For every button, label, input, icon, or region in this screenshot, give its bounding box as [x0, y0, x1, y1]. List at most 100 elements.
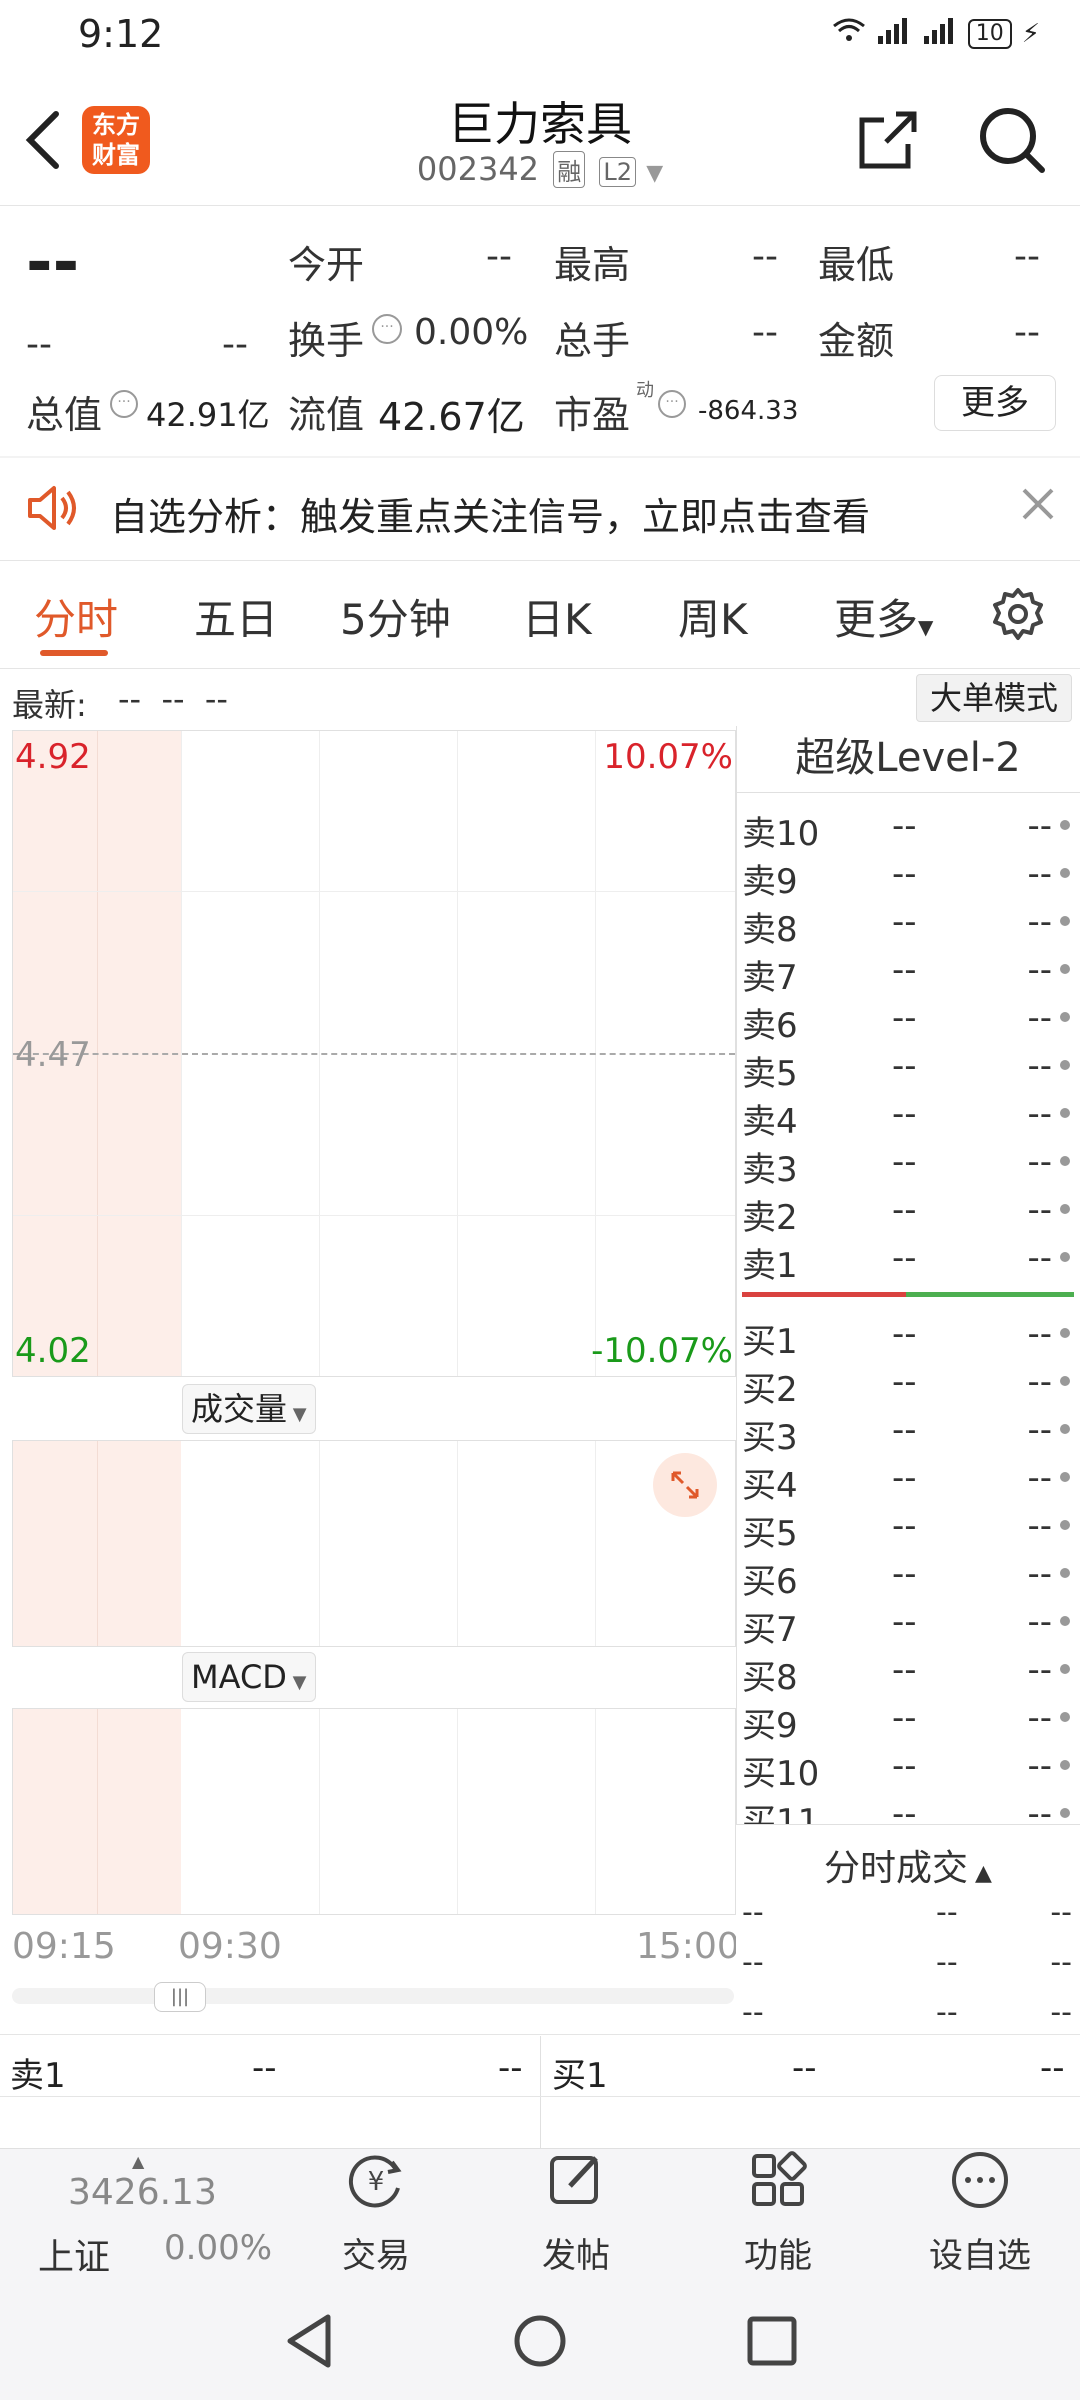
- nav-add-watchlist[interactable]: 设自选: [920, 2148, 1040, 2277]
- stock-code: 002342: [416, 150, 540, 188]
- post-icon: [516, 2148, 636, 2228]
- turnover-label: 换手: [288, 319, 365, 363]
- order-dot-icon: [1060, 1060, 1070, 1070]
- ask-row[interactable]: 卖7 -- --: [742, 950, 1072, 999]
- ask-level-label: 卖10: [742, 814, 820, 854]
- bid-row[interactable]: 买10 -- --: [742, 1746, 1072, 1795]
- info-icon[interactable]: ···: [372, 314, 402, 344]
- ask-bid-divider-green: [906, 1292, 1074, 1297]
- tab-more[interactable]: 更多▼: [834, 586, 933, 647]
- charging-icon: ⚡: [1021, 18, 1040, 49]
- bid-row[interactable]: 买3 -- --: [742, 1410, 1072, 1459]
- tab-5min[interactable]: 5分钟: [340, 586, 451, 647]
- level-tag: L2: [599, 157, 637, 187]
- bid-row[interactable]: 买4 -- --: [742, 1458, 1072, 1507]
- intraday-chart[interactable]: 4.92 4.47 4.02 10.07% -10.07%: [12, 730, 736, 1377]
- tab-intraday[interactable]: 分时: [34, 586, 118, 647]
- more-button[interactable]: 更多: [934, 375, 1056, 431]
- bid-level-label: 买7: [742, 1610, 798, 1650]
- order-dot-icon: [1060, 1252, 1070, 1262]
- tab-weekly-k[interactable]: 周K: [678, 586, 748, 647]
- bid-price: --: [892, 1650, 917, 1690]
- ask-volume: --: [1027, 902, 1052, 942]
- share-button[interactable]: [856, 108, 920, 176]
- bid-price: --: [892, 1602, 917, 1642]
- tab-daily-k[interactable]: 日K: [522, 586, 592, 647]
- search-button[interactable]: [976, 104, 1048, 180]
- price-low: 4.02: [15, 1331, 91, 1371]
- notice-bar[interactable]: 自选分析：触发重点关注信号，立即点击查看: [0, 458, 1080, 558]
- grid-line: [97, 1441, 98, 1646]
- order-dot-icon: [1060, 1808, 1070, 1818]
- tick-trades[interactable]: 分时成交 ▲ -- -- -- -- -- -- -- -- --: [736, 1824, 1080, 2037]
- bid1-volume: --: [1040, 2048, 1065, 2088]
- bid-row[interactable]: 买9 -- --: [742, 1698, 1072, 1747]
- volume-value: --: [752, 312, 778, 353]
- ask-row[interactable]: 卖6 -- --: [742, 998, 1072, 1047]
- bid-volume: --: [1027, 1698, 1052, 1738]
- big-order-mode-button[interactable]: 大单模式: [916, 674, 1072, 722]
- grid-line: [457, 1709, 458, 1914]
- bid-volume: --: [1027, 1650, 1052, 1690]
- macd-chart[interactable]: [12, 1708, 736, 1915]
- divider: [0, 2096, 1080, 2097]
- tab-5day[interactable]: 五日: [194, 586, 278, 647]
- settings-icon[interactable]: [990, 586, 1046, 646]
- ask-row[interactable]: 卖5 -- --: [742, 1046, 1072, 1095]
- bid-row[interactable]: 买2 -- --: [742, 1362, 1072, 1411]
- nav-post[interactable]: 发帖: [516, 2148, 636, 2277]
- sys-back-button[interactable]: [282, 2311, 338, 2375]
- scrollbar-handle[interactable]: |||: [154, 1982, 206, 2012]
- close-icon[interactable]: [1020, 486, 1056, 526]
- mktcap-label: 总值: [26, 393, 103, 437]
- index-ticker[interactable]: ▲ 3426.13 上证 0.00%: [20, 2148, 272, 2283]
- order-dot-icon: [1060, 1568, 1070, 1578]
- sys-recents-button[interactable]: [744, 2313, 800, 2373]
- ask-level-label: 卖9: [742, 862, 798, 902]
- ask1-label: 卖1: [10, 2056, 66, 2096]
- order-dot-icon: [1060, 1712, 1070, 1722]
- ask-row[interactable]: 卖10 -- --: [742, 806, 1072, 855]
- volume-label: 总手: [554, 319, 631, 363]
- volume-chart[interactable]: [12, 1440, 736, 1647]
- volume-indicator-selector[interactable]: 成交量 ▼: [182, 1384, 316, 1434]
- bid-level-label: 买8: [742, 1658, 798, 1698]
- nav-functions[interactable]: 功能: [718, 2148, 838, 2277]
- expand-button[interactable]: [653, 1453, 717, 1517]
- ask-row[interactable]: 卖3 -- --: [742, 1142, 1072, 1191]
- grid-line: [13, 1215, 735, 1216]
- ask-bid-divider-red: [742, 1292, 906, 1297]
- macd-indicator-selector[interactable]: MACD ▼: [182, 1652, 316, 1702]
- grid-line: [595, 1709, 596, 1914]
- grid-line: [319, 1441, 320, 1646]
- signal-icon: [876, 16, 912, 51]
- price-change-pct: --: [222, 324, 248, 365]
- order-dot-icon: [1060, 1760, 1070, 1770]
- status-icons: 10 ⚡: [832, 16, 1040, 51]
- nav-trade[interactable]: ¥ 交易: [316, 2148, 436, 2277]
- chart-scrollbar[interactable]: [12, 1988, 734, 2004]
- bid-volume: --: [1027, 1314, 1052, 1354]
- ask-volume: --: [1027, 1142, 1052, 1182]
- ask-price: --: [892, 854, 917, 894]
- search-icon: [980, 108, 1045, 173]
- sys-home-button[interactable]: [512, 2313, 568, 2373]
- pe-value: -864.33: [698, 396, 799, 426]
- bid-row[interactable]: 买8 -- --: [742, 1650, 1072, 1699]
- bid-row[interactable]: 买5 -- --: [742, 1506, 1072, 1555]
- ask-row[interactable]: 卖4 -- --: [742, 1094, 1072, 1143]
- info-icon[interactable]: ···: [110, 390, 138, 418]
- bid-row[interactable]: 买7 -- --: [742, 1602, 1072, 1651]
- ask-row[interactable]: 卖2 -- --: [742, 1190, 1072, 1239]
- info-icon[interactable]: ···: [658, 390, 686, 418]
- bid-row[interactable]: 买1 -- --: [742, 1314, 1072, 1363]
- nav-post-label: 发帖: [542, 2236, 610, 2276]
- bid-row[interactable]: 买6 -- --: [742, 1554, 1072, 1603]
- ask-row[interactable]: 卖9 -- --: [742, 854, 1072, 903]
- ask-level-label: 卖3: [742, 1150, 798, 1190]
- ask-row[interactable]: 卖1 -- --: [742, 1238, 1072, 1287]
- tick-trades-header[interactable]: 分时成交 ▲: [736, 1839, 1080, 1891]
- turnover-value: 0.00%: [414, 312, 529, 353]
- grid-line: [13, 891, 735, 892]
- ask-row[interactable]: 卖8 -- --: [742, 902, 1072, 951]
